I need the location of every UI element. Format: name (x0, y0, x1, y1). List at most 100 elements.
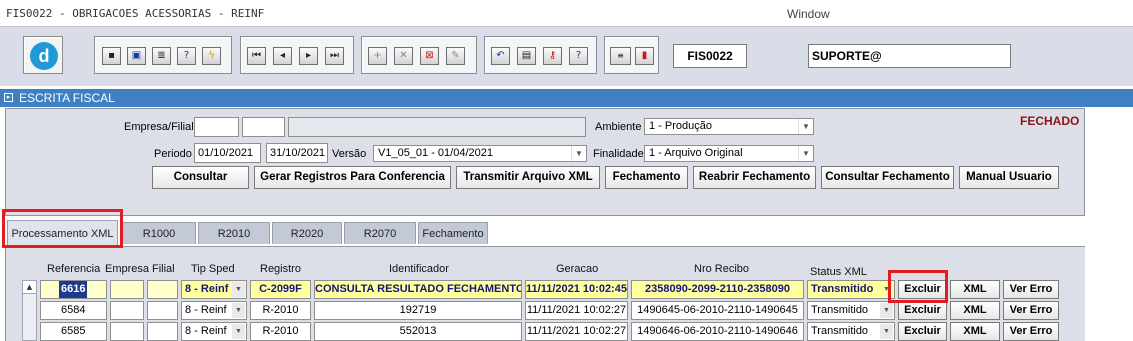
highlight-box-excluir (888, 270, 948, 303)
tip-sped-select[interactable]: 8 - Reinf ▼ (181, 301, 247, 320)
chevron-down-icon[interactable]: ▼ (232, 282, 245, 297)
col-status-xml: Status XML (810, 266, 867, 278)
gerar-registros-button[interactable]: Gerar Registros Para Conferencia (254, 166, 451, 189)
ver-erro-button[interactable]: Ver Erro (1003, 301, 1059, 320)
search-help-icon[interactable]: ? (177, 47, 196, 65)
toolbar-group-records: + ✕ ⊠ ✎ (361, 36, 477, 74)
help-icon[interactable]: ? (569, 47, 588, 65)
chevron-down-icon[interactable]: ▼ (798, 146, 813, 161)
xml-button[interactable]: XML (950, 280, 1000, 299)
tip-sped-select[interactable]: 8 - Reinf ▼ (181, 280, 247, 299)
nro-recibo-cell[interactable]: 1490646-06-2010-2110-1490646 (631, 322, 804, 341)
tab-r2010[interactable]: R2010 (198, 222, 270, 244)
geracao-cell[interactable]: 11/11/2021 10:02:45 (525, 280, 628, 299)
consultar-fechamento-button[interactable]: Consultar Fechamento (821, 166, 954, 189)
registro-cell[interactable]: R-2010 (250, 322, 311, 341)
toolbar-group-exit: ≡ ▮ (604, 36, 659, 74)
excluir-button[interactable]: Excluir (898, 322, 947, 341)
status-xml-value: Transmitido (811, 304, 869, 316)
clipboard-icon[interactable]: ▤ (517, 47, 536, 65)
geracao-cell[interactable]: 11/11/2021 10:02:27 (525, 301, 628, 320)
undo-icon[interactable]: ↶ (491, 47, 510, 65)
registro-cell[interactable]: C-2099F (250, 280, 311, 299)
query-icon[interactable]: ⊠ (420, 47, 439, 65)
empresa-label: Empresa/Filial (124, 121, 194, 133)
transmitir-xml-button[interactable]: Transmitir Arquivo XML (456, 166, 600, 189)
referencia-cell[interactable]: 6584 (40, 301, 107, 320)
empresa-cell[interactable] (110, 280, 144, 299)
col-registro: Registro (260, 263, 301, 275)
col-filial: Filial (152, 263, 175, 275)
status-xml-value: Transmitido (811, 325, 869, 337)
versao-select[interactable]: V1_05_01 - 01/04/2021 ▼ (373, 145, 587, 162)
save-icon[interactable]: ▪ (102, 47, 121, 65)
status-xml-select[interactable]: Transmitido ▼ (807, 322, 895, 341)
chevron-down-icon[interactable]: ▼ (232, 303, 245, 318)
geracao-cell[interactable]: 11/11/2021 10:02:27 (525, 322, 628, 341)
first-record-icon[interactable]: ⏮ (247, 47, 266, 65)
finalidade-select[interactable]: 1 - Arquivo Original ▼ (644, 145, 814, 162)
ver-erro-button[interactable]: Ver Erro (1003, 280, 1059, 299)
ambiente-value: 1 - Produção (649, 120, 712, 132)
last-record-icon[interactable]: ⏭ (325, 47, 344, 65)
filial-cell[interactable] (147, 280, 178, 299)
identificador-cell[interactable]: 192719 (314, 301, 522, 320)
status-xml-select[interactable]: Transmitido ▼ (807, 301, 895, 320)
identificador-cell[interactable]: CONSULTA RESULTADO FECHAMENTO (314, 280, 522, 299)
empresa-cell[interactable] (110, 322, 144, 341)
clear-icon[interactable]: ✎ (446, 47, 465, 65)
versao-value: V1_05_01 - 01/04/2021 (378, 147, 493, 159)
ver-erro-button[interactable]: Ver Erro (1003, 322, 1059, 341)
menu-icon[interactable]: ≡ (610, 47, 631, 65)
tab-r2020[interactable]: R2020 (272, 222, 342, 244)
xml-button[interactable]: XML (950, 301, 1000, 320)
tab-fechamento[interactable]: Fechamento (418, 222, 488, 244)
tab-r1000[interactable]: R1000 (122, 222, 196, 244)
filial-cell[interactable] (147, 322, 178, 341)
ambiente-select[interactable]: 1 - Produção ▼ (644, 118, 814, 135)
key-icon[interactable]: ⚷ (543, 47, 562, 65)
exit-icon[interactable]: ▮ (635, 47, 654, 65)
excluir-button[interactable]: Excluir (898, 301, 947, 320)
empresa-field[interactable] (194, 117, 239, 137)
registro-cell[interactable]: R-2010 (250, 301, 311, 320)
chevron-down-icon[interactable]: ▼ (798, 119, 813, 134)
print-icon[interactable]: ≣ (152, 47, 171, 65)
identificador-cell[interactable]: 552013 (314, 322, 522, 341)
window-menu[interactable]: Window (787, 7, 830, 21)
col-identificador: Identificador (389, 263, 449, 275)
prev-record-icon[interactable]: ◂ (273, 47, 292, 65)
chevron-down-icon[interactable]: ▼ (571, 146, 586, 161)
col-nro-recibo: Nro Recibo (694, 263, 750, 275)
xml-button[interactable]: XML (950, 322, 1000, 341)
status-xml-select[interactable]: Transmitido ▼ (807, 280, 895, 299)
nro-recibo-cell[interactable]: 2358090-2099-2110-2358090 (631, 280, 804, 299)
fechamento-button[interactable]: Fechamento (605, 166, 688, 189)
filial-field[interactable] (242, 117, 285, 137)
window-title: FIS0022 - OBRIGACOES ACESSORIAS - REINF (6, 7, 265, 20)
delete-record-icon[interactable]: ✕ (394, 47, 413, 65)
tip-sped-value: 8 - Reinf (185, 304, 227, 316)
next-record-icon[interactable]: ▸ (299, 47, 318, 65)
window-icon[interactable]: ▣ (127, 47, 146, 65)
chevron-down-icon[interactable]: ▼ (232, 324, 245, 339)
periodo-end-field[interactable]: 31/10/2021 (266, 143, 328, 163)
consultar-button[interactable]: Consultar (152, 166, 249, 189)
chevron-down-icon[interactable]: ▼ (880, 324, 893, 339)
table-row-ref[interactable]: 6616 (40, 280, 107, 299)
filial-cell[interactable] (147, 301, 178, 320)
lightning-icon[interactable]: ϟ (202, 47, 221, 65)
insert-record-icon[interactable]: + (368, 47, 387, 65)
tip-sped-select[interactable]: 8 - Reinf ▼ (181, 322, 247, 341)
grid-scrollbar[interactable]: ▲ (22, 280, 37, 341)
referencia-cell[interactable]: 6585 (40, 322, 107, 341)
scroll-up-icon[interactable]: ▲ (23, 281, 36, 294)
chevron-down-icon[interactable]: ▼ (880, 303, 893, 318)
reabrir-fechamento-button[interactable]: Reabrir Fechamento (693, 166, 816, 189)
empresa-name-field (288, 117, 586, 137)
periodo-start-field[interactable]: 01/10/2021 (194, 143, 261, 163)
tab-r2070[interactable]: R2070 (344, 222, 416, 244)
empresa-cell[interactable] (110, 301, 144, 320)
nro-recibo-cell[interactable]: 1490645-06-2010-2110-1490645 (631, 301, 804, 320)
manual-usuario-button[interactable]: Manual Usuario (959, 166, 1059, 189)
